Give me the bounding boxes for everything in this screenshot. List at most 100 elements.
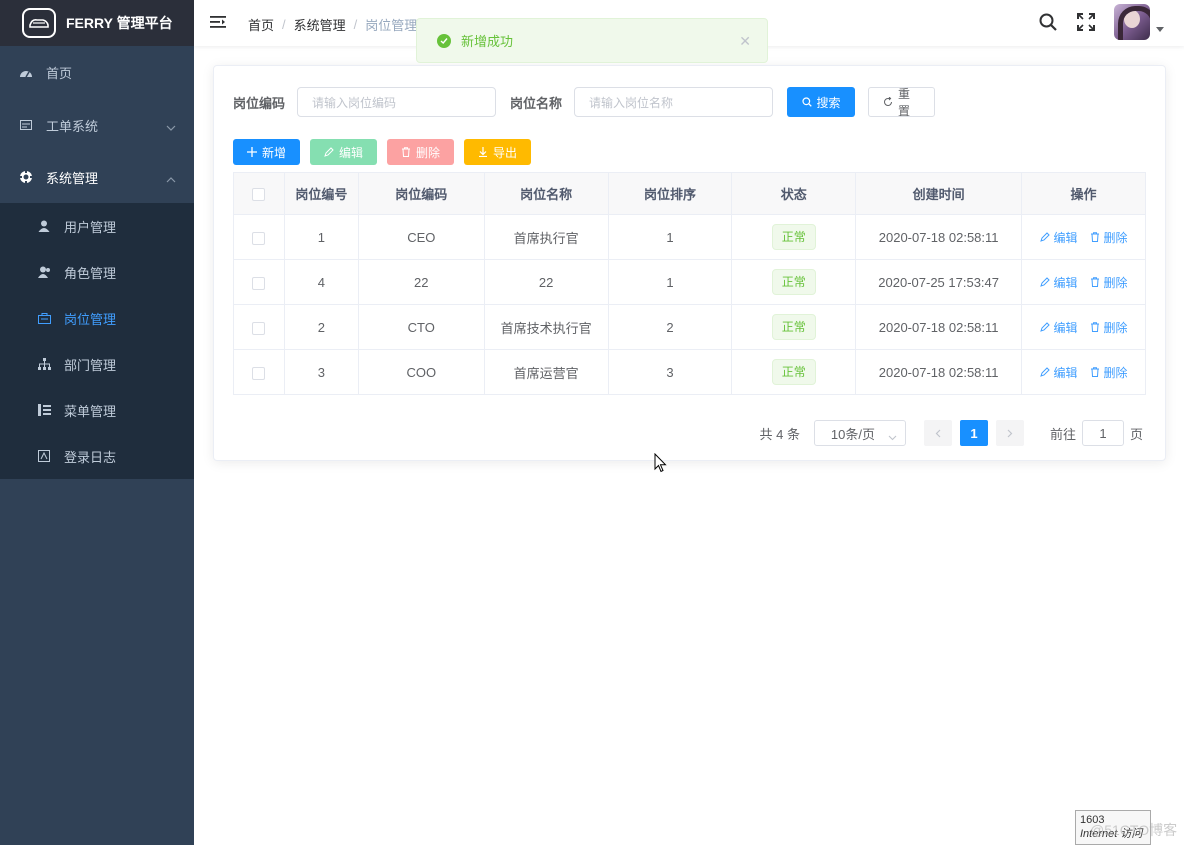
caret-down-icon[interactable] — [1156, 26, 1164, 32]
edit-button[interactable]: 编辑 — [310, 139, 377, 165]
row-delete-label: 删除 — [1103, 320, 1128, 335]
navbar-right — [1038, 4, 1164, 40]
sidebar-item-roles[interactable]: 角色管理 — [0, 249, 194, 295]
delete-button[interactable]: 删除 — [387, 139, 454, 165]
cell-name: 首席执行官 — [483, 214, 609, 260]
sidebar-item-users[interactable]: 用户管理 — [0, 203, 194, 249]
row-edit-button[interactable]: 编辑 — [1039, 364, 1078, 381]
system-submenu: 用户管理 角色管理 岗位管理 部门管理 菜单管理 登录日志 — [0, 203, 194, 479]
edit-icon — [1039, 367, 1050, 377]
pagination-total: 共 4 条 — [759, 426, 800, 442]
sidebar-item-label: 用户管理 — [64, 219, 117, 235]
row-edit-label: 编辑 — [1053, 275, 1078, 290]
table-row[interactable]: 3 COO 首席运营官 3 正常 2020-07-18 02:58:11 编辑 删除 — [233, 349, 1146, 395]
avatar[interactable] — [1114, 4, 1150, 40]
edit-icon — [324, 147, 334, 157]
row-checkbox[interactable] — [233, 304, 285, 350]
search-icon[interactable] — [1038, 12, 1058, 32]
cell-sort: 1 — [607, 214, 733, 260]
trash-icon — [401, 147, 411, 157]
download-icon — [478, 147, 488, 157]
row-delete-button[interactable]: 删除 — [1090, 274, 1128, 291]
row-delete-button[interactable]: 删除 — [1090, 229, 1128, 246]
export-button[interactable]: 导出 — [464, 139, 531, 165]
row-delete-button[interactable]: 删除 — [1090, 364, 1128, 381]
row-edit-button[interactable]: 编辑 — [1039, 274, 1078, 291]
goto-prefix: 前往 — [1049, 426, 1076, 442]
mouse-cursor-icon — [654, 452, 667, 476]
cell-status: 正常 — [731, 259, 857, 305]
trash-icon — [1090, 232, 1099, 242]
page-size-select[interactable]: 10条/页 — [813, 420, 906, 446]
name-input[interactable]: 请输入岗位名称 — [574, 87, 774, 117]
col-header: 岗位编码 — [357, 172, 485, 215]
cell-id: 2 — [283, 304, 359, 350]
prev-page-button[interactable] — [923, 420, 952, 446]
user-icon — [37, 219, 51, 233]
breadcrumb-home[interactable]: 首页 — [248, 15, 274, 34]
add-button-label: 新增 — [261, 145, 286, 160]
delete-button-label: 删除 — [415, 145, 440, 160]
cell-id: 1 — [283, 214, 359, 260]
plus-icon — [246, 147, 257, 157]
cell-status: 正常 — [731, 304, 857, 350]
sidebar-item-departments[interactable]: 部门管理 — [0, 341, 194, 387]
fullscreen-icon[interactable] — [1076, 12, 1096, 32]
cell-status: 正常 — [731, 349, 857, 395]
hamburger-icon[interactable] — [210, 15, 226, 32]
search-button[interactable]: 搜索 — [787, 87, 856, 117]
cell-status: 正常 — [731, 214, 857, 260]
table-row[interactable]: 2 CTO 首席技术执行官 2 正常 2020-07-18 02:58:11 编辑 删除 — [233, 304, 1146, 350]
toolbar: 新增 编辑 删除 导出 — [233, 139, 541, 165]
close-icon[interactable]: ✕ — [739, 33, 751, 50]
goto-input[interactable]: 1 — [1081, 420, 1124, 446]
menu-item-home[interactable]: 首页 — [0, 46, 194, 99]
cell-name: 22 — [483, 259, 609, 305]
menu-item-tickets[interactable]: 工单系统 — [0, 99, 194, 151]
sidebar-item-label: 部门管理 — [64, 357, 117, 373]
dashboard-icon — [18, 65, 34, 81]
cell-created: 2020-07-18 02:58:11 — [855, 214, 1023, 260]
row-delete-button[interactable]: 删除 — [1090, 319, 1128, 336]
settings-icon — [18, 169, 34, 185]
sidebar: FERRY 管理平台 首页 工单系统 系统管理 用户管理 角色管理 岗位管理 部… — [0, 0, 194, 845]
row-delete-label: 删除 — [1103, 275, 1128, 290]
table-header-row: 岗位编号 岗位编码 岗位名称 岗位排序 状态 创建时间 操作 — [233, 172, 1146, 215]
sidebar-item-posts[interactable]: 岗位管理 — [0, 295, 194, 341]
page-number[interactable]: 1 — [959, 420, 988, 446]
sidebar-item-menus[interactable]: 菜单管理 — [0, 387, 194, 433]
logo[interactable]: FERRY 管理平台 — [0, 0, 194, 46]
next-page-button[interactable] — [995, 420, 1024, 446]
cell-actions: 编辑 删除 — [1021, 259, 1146, 305]
row-delete-label: 删除 — [1103, 230, 1128, 245]
table-row[interactable]: 4 22 22 1 正常 2020-07-25 17:53:47 编辑 删除 — [233, 259, 1146, 305]
row-checkbox[interactable] — [233, 259, 285, 305]
edit-icon — [1039, 277, 1050, 287]
select-all-checkbox[interactable] — [233, 172, 285, 215]
row-edit-button[interactable]: 编辑 — [1039, 319, 1078, 336]
sidebar-item-label: 岗位管理 — [64, 311, 117, 327]
breadcrumb-system[interactable]: 系统管理 — [294, 15, 346, 34]
sidebar-item-login-log[interactable]: 登录日志 — [0, 433, 194, 479]
edit-icon — [1039, 322, 1050, 332]
code-label: 岗位编码 — [233, 95, 286, 111]
check-circle-icon — [437, 33, 451, 48]
code-input[interactable]: 请输入岗位编码 — [297, 87, 497, 117]
col-header: 创建时间 — [855, 172, 1023, 215]
row-edit-button[interactable]: 编辑 — [1039, 229, 1078, 246]
menu-item-system[interactable]: 系统管理 — [0, 151, 194, 203]
cell-id: 4 — [283, 259, 359, 305]
cell-created: 2020-07-18 02:58:11 — [855, 304, 1023, 350]
reset-button[interactable]: 重置 — [868, 87, 936, 118]
watermark: @51CTO博客 — [1090, 822, 1178, 838]
table-row[interactable]: 1 CEO 首席执行官 1 正常 2020-07-18 02:58:11 编辑 删除 — [233, 214, 1146, 260]
goto-suffix: 页 — [1129, 426, 1143, 442]
row-checkbox[interactable] — [233, 214, 285, 260]
row-checkbox[interactable] — [233, 349, 285, 395]
refresh-icon — [883, 97, 893, 107]
add-button[interactable]: 新增 — [233, 139, 300, 165]
cell-id: 3 — [283, 349, 359, 395]
cell-actions: 编辑 删除 — [1021, 349, 1146, 395]
row-edit-label: 编辑 — [1053, 320, 1078, 335]
cell-created: 2020-07-18 02:58:11 — [855, 349, 1023, 395]
